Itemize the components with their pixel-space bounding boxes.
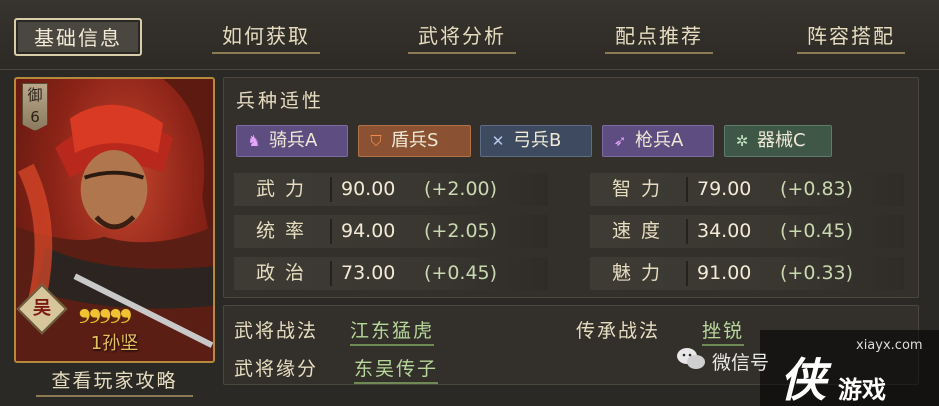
troop-section-title: 兵种适性 [236, 90, 325, 112]
top-tab-bar: 基础信息 如何获取 武将分析 配点推荐 阵容搭配 [0, 0, 939, 70]
tab-lineup[interactable]: 阵容搭配 [797, 18, 905, 56]
troop-shield: ⛉ 盾兵S [358, 125, 471, 157]
stat-value: 73.00 [341, 262, 396, 284]
badge-number: 6 [30, 108, 40, 126]
troop-label: 枪兵A [635, 130, 684, 151]
shield-icon: ⛉ [370, 132, 382, 150]
star-rating: ❟❟❟❟❟ [78, 285, 133, 325]
stat-bonus: (+0.33) [780, 262, 854, 284]
tab-label: 配点推荐 [615, 24, 703, 48]
stat-label: 智力 [611, 178, 670, 200]
bond-label: 武将缘分 [234, 358, 319, 380]
badge-char: 御 [27, 86, 43, 104]
stat-label: 政治 [255, 262, 314, 284]
stat-row-charm: 魅力 91.00 (+0.33) [590, 257, 904, 290]
tab-label: 阵容搭配 [807, 24, 895, 48]
tab-how-to-get[interactable]: 如何获取 [212, 18, 320, 56]
troop-label: 盾兵S [391, 130, 439, 151]
troop-label: 器械C [757, 130, 806, 151]
inherit-label: 传承战法 [576, 320, 661, 342]
tab-label: 武将分析 [418, 24, 506, 48]
faction-char: 吴 [33, 298, 51, 319]
stat-value: 79.00 [697, 178, 752, 200]
info-panel: 兵种适性 ♞ 骑兵A ⛉ 盾兵S ✕ 弓兵B ➶ 枪兵A ✲ 器械C 武力 90… [223, 77, 919, 298]
stat-value: 34.00 [697, 220, 752, 242]
watermark: 微信号 xiayx.com 侠 游戏 [660, 330, 939, 406]
view-player-guide-link[interactable]: 查看玩家攻略 [14, 366, 215, 397]
defense-badge: 御 6 [22, 83, 48, 131]
gear-icon: ✲ [735, 132, 749, 150]
tab-label: 基础信息 [34, 26, 122, 50]
stat-bonus: (+2.00) [424, 178, 498, 200]
troop-label: 骑兵A [269, 130, 318, 151]
bond-value: 东吴传子 [354, 358, 439, 380]
stat-row-intelligence: 智力 79.00 (+0.83) [590, 173, 904, 206]
stat-label: 统率 [255, 220, 314, 242]
troop-spear: ➶ 枪兵A [602, 125, 714, 157]
tab-basic-info[interactable]: 基础信息 [14, 18, 142, 56]
stat-row-politics: 政治 73.00 (+0.45) [234, 257, 548, 290]
stat-bonus: (+0.83) [780, 178, 854, 200]
stat-value: 91.00 [697, 262, 752, 284]
stat-value: 90.00 [341, 178, 396, 200]
horse-icon: ♞ [247, 132, 261, 150]
stat-bonus: (+0.45) [780, 220, 854, 242]
stat-label: 速度 [611, 220, 670, 242]
tactic-label: 武将战法 [234, 320, 319, 342]
troop-siege: ✲ 器械C [724, 125, 832, 157]
stat-bonus: (+0.45) [424, 262, 498, 284]
spear-icon: ➶ [613, 132, 627, 150]
watermark-site: xiayx.com [856, 338, 923, 353]
stat-value: 94.00 [341, 220, 396, 242]
tactic-value: 江东猛虎 [350, 320, 435, 342]
troop-cavalry: ♞ 骑兵A [236, 125, 348, 157]
wechat-icon [677, 348, 705, 369]
troop-label: 弓兵B [513, 130, 562, 151]
stat-row-command: 统率 94.00 (+2.05) [234, 215, 548, 248]
stat-label: 魅力 [611, 262, 670, 284]
tab-label: 如何获取 [222, 24, 310, 48]
stat-row-force: 武力 90.00 (+2.00) [234, 173, 548, 206]
stat-label: 武力 [255, 178, 314, 200]
stat-row-speed: 速度 34.00 (+0.45) [590, 215, 904, 248]
tab-point-recommend[interactable]: 配点推荐 [605, 18, 713, 56]
hero-card[interactable]: 御 6 吴 ❟❟❟❟❟ 1孙坚 [14, 77, 215, 363]
watermark-logo-sub: 游戏 [838, 376, 886, 404]
hero-name: 1孙坚 [90, 333, 139, 354]
guide-label: 查看玩家攻略 [51, 370, 178, 392]
watermark-logo: 侠 [780, 353, 826, 406]
troop-archer: ✕ 弓兵B [480, 125, 592, 157]
wechat-text: 微信号 [712, 352, 770, 374]
tab-general-analysis[interactable]: 武将分析 [408, 18, 516, 56]
bond-link[interactable]: 东吴传子 [354, 354, 439, 384]
stat-bonus: (+2.05) [424, 220, 498, 242]
tactic-link[interactable]: 江东猛虎 [350, 316, 435, 346]
bow-icon: ✕ [491, 132, 505, 150]
